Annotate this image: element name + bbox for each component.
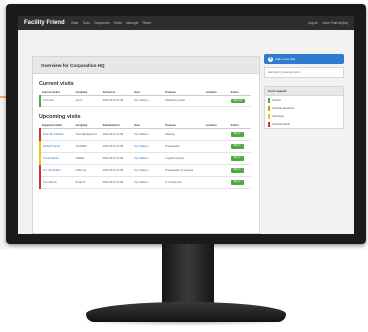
sign-in-button[interactable]: Sign in	[230, 132, 244, 137]
upcoming-visits-heading: Upcoming visits	[39, 114, 81, 120]
visitor-name[interactable]: Richard Turner	[39, 140, 74, 153]
nav-right: Logout Anne.Francis@hq	[303, 21, 348, 25]
table-row: Linnea Martin SVEEC 2012-06-19 17:58 Tom…	[39, 152, 251, 165]
logout-link[interactable]: Logout	[308, 21, 318, 25]
screen: Facility Friend Visits Tools Companies H…	[18, 16, 354, 234]
visitor-name[interactable]: John Doe	[39, 95, 74, 107]
overview-panel: Overview for Corporation HQ Current visi…	[32, 56, 260, 234]
legend-swatch	[268, 105, 270, 111]
current-visits-table: Current visitor Company Arrived at Host …	[39, 90, 251, 107]
legend-label: Current	[272, 98, 281, 102]
top-navbar: Facility Friend Visits Tools Companies H…	[18, 16, 354, 30]
sign-in-button[interactable]: Sign in	[230, 168, 244, 173]
purpose-cell: Presentation	[163, 140, 204, 153]
company-cell: PLAN IT	[73, 176, 101, 189]
host-link[interactable]: Tom Watson	[132, 164, 164, 177]
app-brand[interactable]: Facility Friend	[24, 20, 65, 26]
visitor-name[interactable]: Tom Massie	[39, 176, 74, 189]
company-cell: Tree Management	[73, 128, 101, 141]
scheduled-cell: 2012-06-19 17:58	[100, 140, 132, 153]
upcoming-visits-table: Expected visitor Company Scheduled for H…	[39, 123, 251, 189]
company-cell: GOLDEN	[73, 140, 101, 153]
table-row: Richard Turner GOLDEN 2012-06-19 17:58 T…	[39, 140, 251, 153]
color-legend: Color legend Current Overdue departure U…	[264, 86, 344, 129]
monitor-stand-neck	[162, 244, 214, 306]
action-cell: Sign in	[228, 128, 251, 141]
sign-in-button[interactable]: Sign in	[230, 156, 244, 161]
sign-in-button[interactable]: Sign in	[230, 144, 244, 149]
scheduled-cell: 2012-06-19 17:58	[100, 128, 132, 141]
location-cell	[203, 164, 229, 177]
table-row: Peter Mc Cabbles Tree Management 2012-06…	[39, 128, 251, 141]
sign-in-button[interactable]: Sign in	[230, 180, 244, 185]
legend-label: Overdue arrival	[272, 122, 290, 126]
nav-item-visits[interactable]: Visits	[71, 21, 79, 25]
action-cell: Sign in	[228, 140, 251, 153]
legend-label: Upcoming	[272, 114, 284, 118]
panel-header: Overview for Corporation HQ	[33, 57, 259, 74]
visitor-name[interactable]: Tim Van Ruben	[39, 164, 74, 177]
nav-item-manager[interactable]: Manager	[126, 21, 139, 25]
scheduled-cell: 2012-06-19 17:58	[100, 164, 132, 177]
company-cell: SVEEC	[73, 152, 101, 165]
purpose-cell: Presentation of services	[163, 164, 204, 177]
nav-item-tools[interactable]: Tools	[82, 21, 89, 25]
legend-item: Upcoming	[265, 112, 343, 120]
purpose-cell: Marketing review	[163, 95, 204, 107]
nav-item-hosts[interactable]: Hosts	[114, 21, 122, 25]
legend-swatch	[268, 97, 270, 103]
table-row: John Doe Acme 2012-06-19 17:38 Tom Watso…	[39, 95, 251, 107]
legend-item: Overdue arrival	[265, 120, 343, 128]
host-link[interactable]: Tom Watson	[132, 176, 164, 189]
current-visits-heading: Current visits	[39, 81, 74, 87]
location-cell	[203, 95, 229, 107]
purpose-cell: Meeting	[163, 128, 204, 141]
legend-title: Color legend	[265, 87, 343, 96]
location-cell	[203, 176, 229, 189]
plus-circle-icon: +	[268, 55, 273, 62]
nav-item-companies[interactable]: Companies	[94, 21, 110, 25]
add-new-visit-button[interactable]: + Add a new visit	[264, 54, 344, 64]
host-link[interactable]: Tom Watson	[132, 95, 164, 107]
table-row: Tom Massie PLAN IT 2012-06-19 17:58 Tom …	[39, 176, 251, 189]
main-content: Overview for Corporation HQ Current visi…	[18, 30, 354, 234]
action-cell: Sign in	[228, 152, 251, 165]
action-cell: Sign in	[228, 164, 251, 177]
scheduled-cell: 2012-06-19 17:58	[100, 152, 132, 165]
sidebar: + Add a new visit Add visit by scanning …	[264, 54, 344, 129]
legend-swatch	[268, 113, 270, 119]
host-link[interactable]: Tom Watson	[132, 128, 164, 141]
purpose-cell: Logistics project	[163, 152, 204, 165]
add-new-visit-label: Add a new visit	[275, 57, 296, 61]
visitor-name[interactable]: Linnea Martin	[39, 152, 74, 165]
nav-item-reset[interactable]: Reset	[143, 21, 151, 25]
location-cell	[203, 152, 229, 165]
company-cell: Acme	[73, 95, 101, 107]
scan-note: Add visit by scanning visitor	[264, 67, 344, 78]
action-cell: Sign out	[228, 95, 251, 107]
location-cell	[203, 128, 229, 141]
monitor-bezel: Facility Friend Visits Tools Companies H…	[6, 4, 366, 244]
monitor-stand-base	[86, 302, 286, 322]
host-link[interactable]: Tom Watson	[132, 152, 164, 165]
sign-out-button[interactable]: Sign out	[230, 98, 246, 104]
page-title: Overview for Corporation HQ	[41, 62, 105, 68]
scheduled-cell: 2012-06-19 17:58	[100, 176, 132, 189]
user-account-link[interactable]: Anne.Francis@hq	[322, 21, 348, 25]
visitor-name[interactable]: Peter Mc Cabbles	[39, 128, 74, 141]
legend-label: Overdue departure	[272, 106, 294, 110]
location-cell	[203, 140, 229, 153]
legend-item: Current	[265, 96, 343, 104]
legend-swatch	[268, 121, 270, 127]
host-link[interactable]: Tom Watson	[132, 140, 164, 153]
company-cell: ATAL Ltd	[73, 164, 101, 177]
table-row: Tim Van Ruben ATAL Ltd 2012-06-19 17:58 …	[39, 164, 251, 177]
legend-item: Overdue departure	[265, 104, 343, 112]
action-cell: Sign in	[228, 176, 251, 189]
purpose-cell: IT service test	[163, 176, 204, 189]
arrived-cell: 2012-06-19 17:38	[100, 95, 132, 107]
